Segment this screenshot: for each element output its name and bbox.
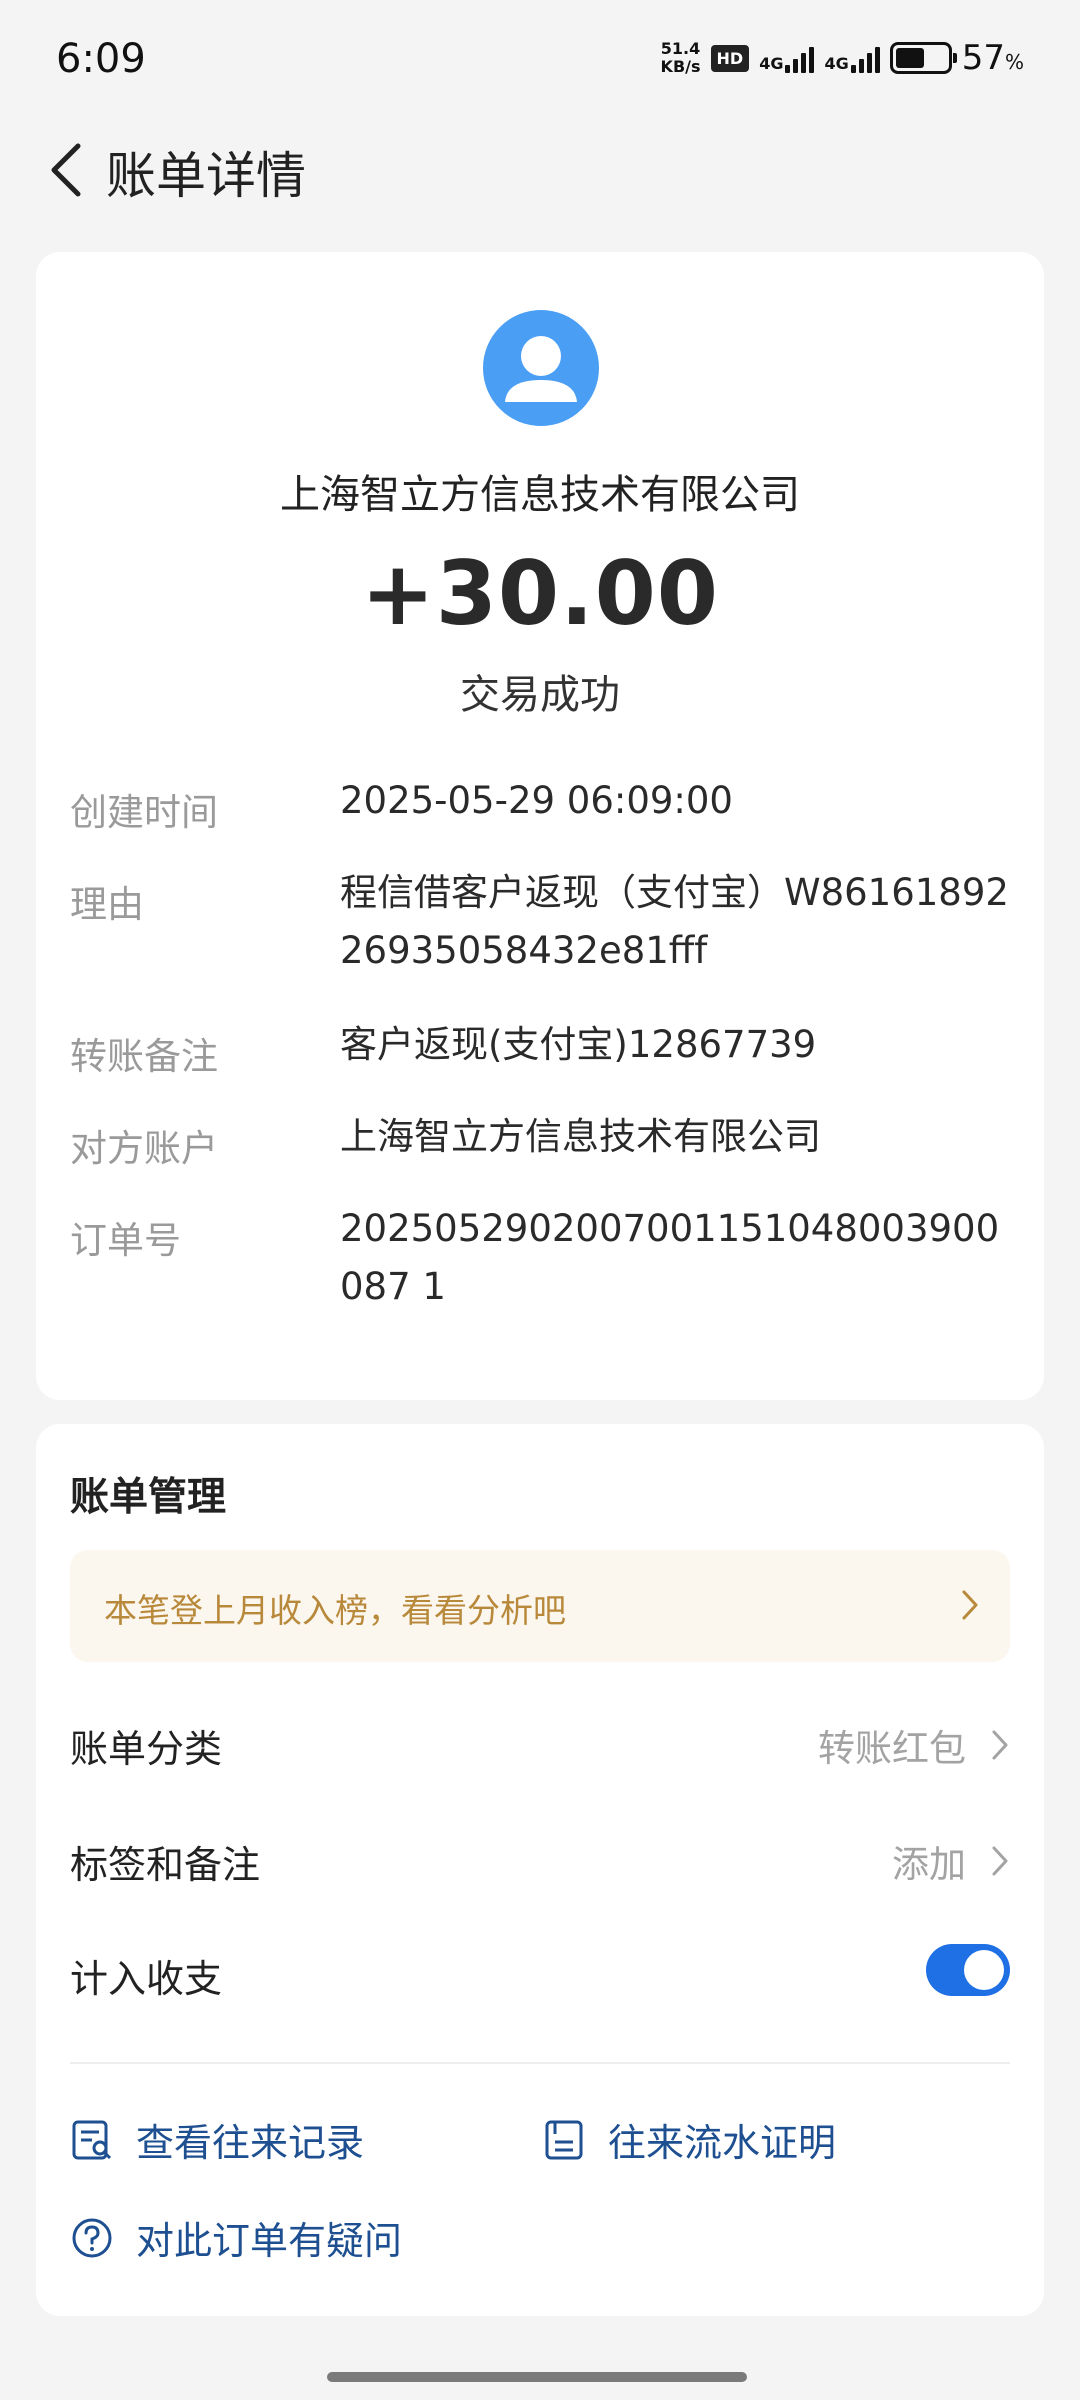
detail-value[interactable]: 2025052902007001151048003900087 1 [340, 1200, 1020, 1316]
statement-proof-link[interactable]: 往来流水证明 [542, 2112, 836, 2167]
battery-percent: 57% [961, 38, 1024, 78]
bill-category-value: 转账红包 [818, 1727, 966, 1770]
order-question-link[interactable]: 对此订单有疑问 [70, 2210, 402, 2265]
status-time: 6:09 [56, 36, 146, 82]
back-button[interactable] [36, 140, 96, 200]
order-question-label: 对此订单有疑问 [136, 2219, 403, 2263]
merchant-name: 上海智立方信息技术有限公司 [280, 472, 800, 518]
divider [70, 2062, 1010, 2064]
chevron-right-icon [992, 1846, 1008, 1876]
transaction-status: 交易成功 [460, 672, 620, 718]
person-icon [483, 310, 599, 426]
view-records-label: 查看往来记录 [136, 2121, 365, 2165]
chevron-right-icon [962, 1590, 978, 1620]
income-rank-banner[interactable]: 本笔登上月收入榜，看看分析吧 [70, 1550, 1010, 1662]
bill-management-card: 账单管理 本笔登上月收入榜，看看分析吧 账单分类 转账红包 标签和备注 添加 计… [36, 1424, 1044, 2316]
network-type-2: 4G [824, 54, 849, 73]
signal-2: 4G [824, 43, 880, 73]
detail-value[interactable]: 上海智立方信息技术有限公司 [340, 1108, 1020, 1166]
transaction-card: 上海智立方信息技术有限公司 +30.00 交易成功 创建时间 2025-05-2… [36, 252, 1044, 1400]
detail-label: 订单号 [70, 1219, 181, 1262]
transaction-amount: +30.00 [360, 542, 720, 645]
banner-text: 本笔登上月收入榜，看看分析吧 [104, 1591, 566, 1630]
document-proof-icon [545, 2120, 583, 2159]
view-records-link[interactable]: 查看往来记录 [70, 2112, 364, 2167]
detail-label: 对方账户 [70, 1127, 218, 1170]
app-header: 账单详情 [0, 120, 1080, 220]
tags-notes-label: 标签和备注 [70, 1843, 261, 1887]
page-title: 账单详情 [106, 147, 306, 205]
signal-1: 4G [759, 43, 815, 73]
include-in-balance-toggle[interactable] [926, 1944, 1010, 1996]
network-speed-unit: KB/s [660, 57, 701, 76]
include-in-balance-row: 计入收支 [70, 1934, 1010, 2014]
statement-proof-label: 往来流水证明 [608, 2121, 837, 2165]
detail-value[interactable]: 2025-05-29 06:09:00 [340, 772, 1020, 830]
hd-badge: HD [710, 44, 750, 72]
question-circle-icon [72, 2218, 112, 2257]
bill-category-label: 账单分类 [70, 1727, 223, 1771]
network-speed-value: 51.4 [660, 39, 701, 58]
signal-bars-icon [785, 43, 815, 73]
home-indicator[interactable] [327, 2372, 747, 2382]
back-arrow-icon [51, 143, 81, 197]
signal-bars-icon [850, 43, 880, 73]
status-indicators: 51.4 KB/s HD 4G 4G 57% [661, 38, 1024, 78]
network-speed: 51.4 KB/s [661, 40, 701, 76]
detail-label: 创建时间 [70, 791, 218, 834]
section-title: 账单管理 [70, 1475, 227, 1520]
detail-label: 理由 [70, 883, 144, 926]
battery-icon [889, 42, 957, 74]
network-type-1: 4G [759, 54, 784, 73]
detail-label: 转账备注 [70, 1035, 218, 1078]
tags-notes-row[interactable]: 标签和备注 添加 [70, 1820, 1010, 1900]
bill-category-row[interactable]: 账单分类 转账红包 [70, 1704, 1010, 1784]
status-bar: 6:09 51.4 KB/s HD 4G 4G 57% [0, 0, 1080, 120]
tags-notes-value: 添加 [892, 1843, 966, 1886]
include-in-balance-label: 计入收支 [70, 1957, 223, 2001]
record-list-icon [72, 2120, 112, 2159]
toggle-knob [964, 1950, 1004, 1990]
detail-value[interactable]: 客户返现(支付宝)12867739 [340, 1016, 1020, 1074]
chevron-right-icon [992, 1730, 1008, 1760]
detail-value[interactable]: 程信借客户返现（支付宝）W8616189226935058432e81fff [340, 864, 1020, 980]
